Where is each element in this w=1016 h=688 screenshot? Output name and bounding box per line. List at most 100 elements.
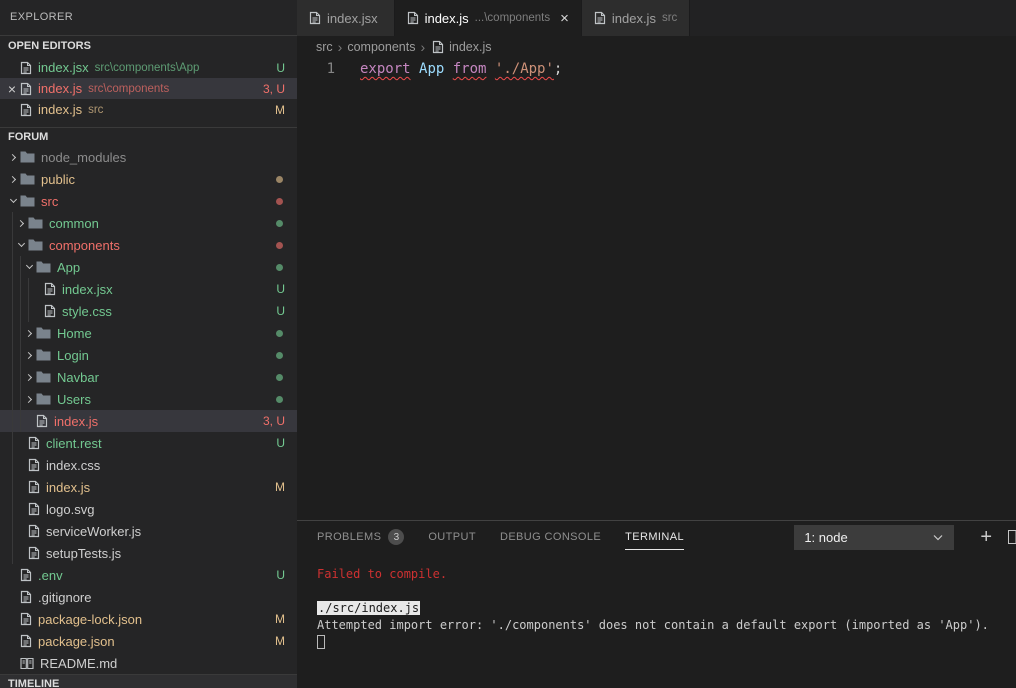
- tree-file-row[interactable]: style.css U: [0, 300, 297, 322]
- editor-tab[interactable]: index.js ...\components ×: [394, 0, 582, 36]
- folder-icon: [28, 217, 43, 229]
- git-modified-dot: [276, 373, 283, 381]
- workspace-header[interactable]: FORUM: [0, 127, 297, 146]
- tree-folder-row[interactable]: Users: [0, 388, 297, 410]
- tree-file-row[interactable]: index.js M: [0, 476, 297, 498]
- open-editors-header[interactable]: OPEN EDITORS: [0, 35, 297, 57]
- folder-icon: [20, 195, 35, 207]
- open-editor-item[interactable]: index.js src M: [0, 99, 297, 120]
- item-name: Home: [57, 325, 92, 341]
- item-name: public: [41, 171, 75, 187]
- terminal-output[interactable]: Failed to compile. ./src/index.js Attempt…: [297, 553, 1016, 688]
- tree-file-row[interactable]: setupTests.js: [0, 542, 297, 564]
- tree-file-row[interactable]: index.css: [0, 454, 297, 476]
- tree-indent-guide: [6, 520, 14, 542]
- item-name: App: [57, 259, 81, 275]
- timeline-header[interactable]: TIMELINE: [0, 674, 297, 688]
- tree-folder-row[interactable]: common: [0, 212, 297, 234]
- tree-file-row[interactable]: .gitignore: [0, 586, 297, 608]
- tree-folder-row[interactable]: node_modules: [0, 146, 297, 168]
- editor-tab[interactable]: index.js src: [581, 0, 691, 36]
- tree-file-row[interactable]: index.js 3, U: [0, 410, 297, 432]
- breadcrumb-item[interactable]: src: [316, 40, 333, 54]
- tree-indent-guide: [6, 212, 14, 234]
- breadcrumb: src › components › index.js: [297, 36, 1016, 57]
- breadcrumb-item[interactable]: components: [347, 40, 415, 54]
- item-name: node_modules: [41, 149, 127, 165]
- explorer-sidebar: EXPLORER OPEN EDITORS index.jsx src\compo…: [0, 0, 297, 688]
- terminal-picker-dropdown[interactable]: 1: node: [794, 524, 955, 550]
- panel-tab-terminal[interactable]: TERMINAL: [625, 531, 684, 550]
- tree-indent-guide: [6, 388, 22, 410]
- tree-file-row[interactable]: package.json M: [0, 630, 297, 652]
- git-status-badge: 3, U: [262, 81, 285, 96]
- item-name: package-lock.json: [38, 611, 143, 627]
- tree-folder-row[interactable]: App: [0, 256, 297, 278]
- tree-indent-guide: [6, 278, 30, 300]
- panel-tab-debug-console[interactable]: DEBUG CONSOLE: [500, 531, 601, 543]
- tree-file-row[interactable]: client.rest U: [0, 432, 297, 454]
- tree-folder-row[interactable]: public: [0, 168, 297, 190]
- chevron-right-icon: [14, 219, 28, 227]
- folder-icon: [36, 393, 51, 405]
- panel-header: PROBLEMS 3 OUTPUT DEBUG CONSOLE TERMINAL 1: …: [297, 521, 1016, 553]
- tree-indent-guide: [6, 476, 14, 498]
- git-modified-dot: [276, 197, 283, 205]
- git-modified-dot: [276, 351, 283, 359]
- file-icon: [432, 40, 444, 54]
- chevron-down-icon: [6, 195, 20, 204]
- close-editor-icon[interactable]: ×: [4, 81, 20, 97]
- file-icon: [20, 82, 32, 96]
- line-number: 1: [326, 61, 335, 77]
- code-editor[interactable]: 1 export App from './App';: [297, 57, 1016, 520]
- file-icon: [309, 11, 321, 25]
- item-name: .gitignore: [38, 589, 92, 605]
- tree-file-row[interactable]: .env U: [0, 564, 297, 586]
- git-status-badge: M: [275, 612, 285, 626]
- new-terminal-button[interactable]: +: [974, 527, 998, 547]
- chevron-down-icon: [932, 531, 944, 543]
- panel-actions: 1: node +: [794, 524, 1016, 550]
- item-name: index.js: [54, 413, 99, 429]
- tree-file-row[interactable]: README.md: [0, 652, 297, 674]
- panel-tab-label: OUTPUT: [428, 531, 476, 543]
- git-status-badge: M: [275, 102, 285, 117]
- git-modified-dot: [276, 175, 283, 183]
- tree-folder-row[interactable]: components: [0, 234, 297, 256]
- tree-file-row[interactable]: index.jsx U: [0, 278, 297, 300]
- open-editor-item[interactable]: × index.js src\components 3, U: [0, 78, 297, 99]
- panel-tab-problems[interactable]: PROBLEMS 3: [317, 529, 405, 545]
- tree-folder-row[interactable]: Navbar: [0, 366, 297, 388]
- file-icon: [407, 11, 419, 25]
- git-modified-dot: [276, 219, 283, 227]
- editor-tab[interactable]: index.jsx: [297, 0, 395, 36]
- file-name: index.jsx: [38, 60, 89, 75]
- terminal-line: Attempted import error: './components' d…: [317, 618, 989, 632]
- git-status-badge: U: [276, 568, 285, 582]
- tree-folder-row[interactable]: Login: [0, 344, 297, 366]
- panel-tab-output[interactable]: OUTPUT: [428, 531, 476, 543]
- editor-tabbar: index.jsx index.js ...\components × index.js…: [297, 0, 1016, 36]
- split-terminal-button[interactable]: [1008, 530, 1016, 544]
- open-editor-item[interactable]: index.jsx src\components\App U: [0, 57, 297, 78]
- breadcrumb-item[interactable]: index.js: [449, 40, 491, 54]
- file-name: index.js: [38, 81, 83, 96]
- tree-folder-row[interactable]: src: [0, 190, 297, 212]
- tree-indent-guide: [6, 344, 22, 366]
- chevron-right-icon: [6, 175, 20, 183]
- tree-indent-guide: [6, 366, 22, 388]
- chevron-right-icon: [6, 153, 20, 161]
- terminal-cursor: [317, 634, 325, 649]
- tree-file-row[interactable]: logo.svg: [0, 498, 297, 520]
- item-name: components: [49, 237, 120, 253]
- tree-file-row[interactable]: package-lock.json M: [0, 608, 297, 630]
- item-name: src: [41, 193, 59, 209]
- tree-indent-guide: [6, 256, 22, 278]
- tree-folder-row[interactable]: Home: [0, 322, 297, 344]
- chevron-right-icon: [22, 395, 36, 403]
- tree-file-row[interactable]: serviceWorker.js: [0, 520, 297, 542]
- file-icon: [20, 657, 34, 670]
- close-tab-icon[interactable]: ×: [560, 11, 569, 26]
